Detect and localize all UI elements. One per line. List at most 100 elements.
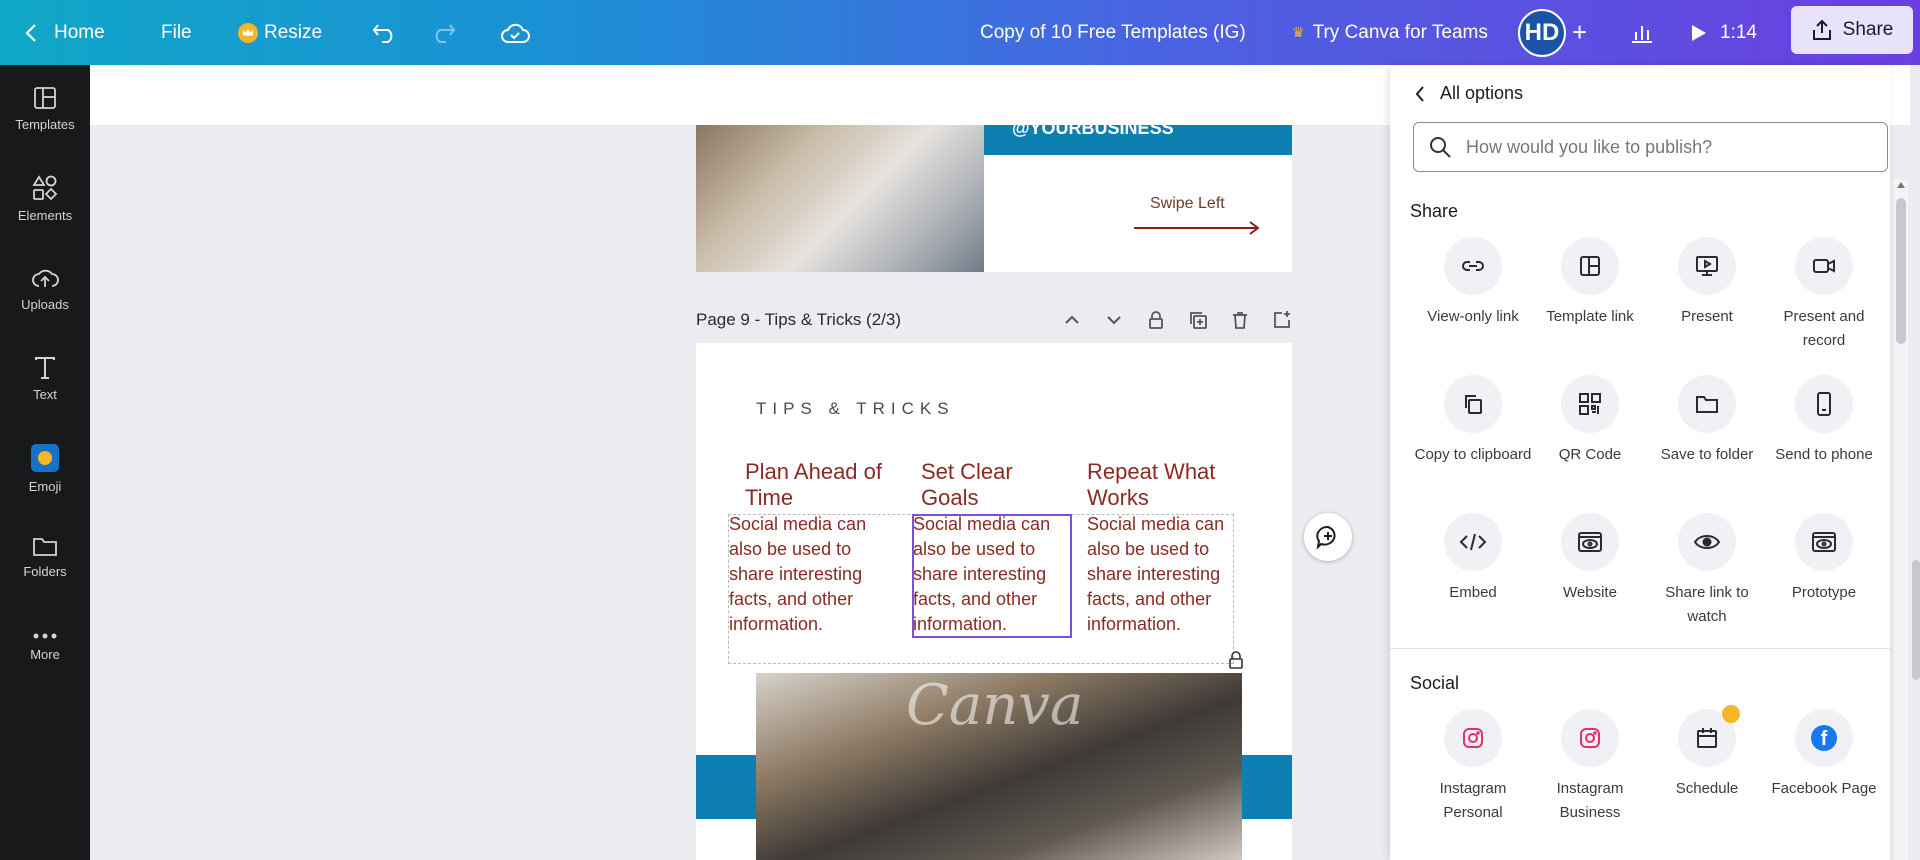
cloud-saved-button[interactable] [500, 0, 530, 65]
rail-item-more[interactable]: More [0, 607, 90, 687]
rail-item-text[interactable]: Text [0, 339, 90, 419]
more-icon [33, 633, 57, 639]
column-1-body[interactable]: Social media can also be used to share i… [729, 512, 899, 637]
option-facebook-page[interactable]: f Facebook Page [1765, 709, 1883, 801]
option-send-to-phone[interactable]: Send to phone [1765, 375, 1883, 467]
undo-button[interactable] [372, 0, 398, 65]
selection-outline [912, 514, 1072, 638]
lock-icon[interactable] [1228, 651, 1244, 669]
present-timer-button[interactable]: 1:14 [1690, 0, 1757, 65]
handle-text[interactable]: @YOURBUSINESS [1012, 125, 1174, 138]
panel-scrollbar[interactable] [1894, 180, 1908, 860]
chevron-left-icon [25, 23, 36, 42]
scroll-up-arrow-icon[interactable] [1897, 182, 1905, 188]
option-view-only-link[interactable]: View-only link [1414, 237, 1532, 329]
avatar[interactable]: HD [1518, 0, 1566, 65]
folder-icon [1678, 375, 1736, 433]
chevron-left-icon [1415, 85, 1424, 102]
arrow-right-icon[interactable] [1132, 221, 1262, 235]
rail-label: More [30, 647, 60, 662]
insights-button[interactable] [1630, 0, 1654, 65]
option-instagram-personal[interactable]: Instagram Personal [1414, 709, 1532, 825]
tips-heading[interactable]: TIPS & TRICKS [756, 399, 955, 419]
social-section-title: Social [1410, 673, 1460, 693]
person-photo[interactable]: Canva [756, 673, 1242, 860]
top-bar: Home File Resize Copy of 10 Free Templat… [0, 0, 1920, 65]
desk-photo[interactable] [696, 125, 984, 272]
back-label: All options [1440, 83, 1524, 103]
column-3-body[interactable]: Social media can also be used to share i… [1087, 512, 1239, 637]
rail-label: Templates [15, 117, 75, 132]
redo-button[interactable] [430, 0, 456, 65]
add-page-icon[interactable] [1272, 310, 1292, 330]
option-website[interactable]: Website [1531, 513, 1649, 605]
option-label: Prototype [1791, 584, 1857, 601]
share-upload-icon [1812, 19, 1831, 40]
page-8[interactable]: @YOURBUSINESS Swipe Left [696, 125, 1292, 272]
option-qr-code[interactable]: QR Code [1531, 375, 1649, 467]
option-label: Website [1563, 584, 1617, 601]
trash-icon[interactable] [1230, 310, 1250, 330]
embed-icon [1444, 513, 1502, 571]
rail-item-uploads[interactable]: Uploads [0, 249, 90, 329]
file-menu-button[interactable]: File [161, 0, 192, 65]
folder-icon [33, 538, 57, 556]
document-title[interactable]: Copy of 10 Free Templates (IG) [980, 0, 1246, 65]
rail-item-templates[interactable]: Templates [0, 69, 90, 149]
add-collaborator-button[interactable]: + [1572, 0, 1587, 65]
option-schedule[interactable]: Schedule [1648, 705, 1766, 801]
chevron-up-icon[interactable] [1062, 310, 1082, 330]
option-share-link-to-watch[interactable]: Share link to watch [1648, 513, 1766, 629]
option-label: View-only link [1427, 308, 1519, 325]
try-teams-button[interactable]: ♛ Try Canva for Teams [1292, 0, 1488, 65]
resize-button[interactable]: Resize [238, 0, 322, 65]
share-panel: All options Share View-only link Templat… [1390, 65, 1890, 860]
qr-code-icon [1561, 375, 1619, 433]
rail-label: Text [33, 387, 57, 402]
panel-scroll-thumb[interactable] [1896, 198, 1906, 344]
search-icon [1430, 137, 1451, 158]
option-instagram-business[interactable]: Instagram Business [1531, 709, 1649, 825]
rail-item-folders[interactable]: Folders [0, 517, 90, 597]
home-button[interactable]: Home [24, 0, 105, 65]
option-save-to-folder[interactable]: Save to folder [1648, 375, 1766, 467]
publish-search[interactable] [1413, 122, 1888, 172]
column-2-title[interactable]: Set Clear Goals [921, 459, 1031, 511]
option-template-link[interactable]: Template link [1531, 237, 1649, 329]
rail-item-elements[interactable]: Elements [0, 159, 90, 239]
option-label: Send to phone [1775, 446, 1873, 463]
instagram-icon [1444, 709, 1502, 767]
copy-icon [1444, 375, 1502, 433]
add-comment-button[interactable] [1304, 513, 1352, 561]
lock-icon[interactable] [1146, 310, 1166, 330]
canvas-scroll-thumb[interactable] [1912, 560, 1920, 680]
rail-label: Elements [17, 208, 73, 223]
file-label: File [161, 21, 192, 43]
column-1-title[interactable]: Plan Ahead of Time [745, 459, 895, 511]
share-button[interactable]: Share [1791, 6, 1913, 54]
templates-icon [34, 87, 56, 109]
undo-icon [372, 23, 393, 43]
option-present[interactable]: Present [1648, 237, 1766, 329]
option-embed[interactable]: Embed [1414, 513, 1532, 605]
present-icon [1678, 237, 1736, 295]
page-title[interactable]: Page 9 - Tips & Tricks (2/3) [696, 310, 901, 330]
duplicate-icon[interactable] [1188, 310, 1208, 330]
option-copy-to-clipboard[interactable]: Copy to clipboard [1414, 375, 1532, 467]
search-input[interactable] [1466, 136, 1866, 158]
timer-label: 1:14 [1720, 21, 1757, 43]
cloud-check-icon [501, 23, 530, 43]
swipe-left-text[interactable]: Swipe Left [1150, 195, 1225, 213]
share-section-title: Share [1410, 201, 1459, 221]
page-9-header: Page 9 - Tips & Tricks (2/3) [696, 305, 1292, 335]
rail-item-emoji[interactable]: Emoji [0, 429, 90, 509]
option-label: Copy to clipboard [1414, 446, 1532, 463]
back-to-all-options[interactable]: All options [1414, 83, 1523, 104]
chevron-down-icon[interactable] [1104, 310, 1124, 330]
avatar-initials: HD [1518, 8, 1566, 57]
option-present-and-record[interactable]: Present and record [1765, 237, 1883, 353]
play-icon [1692, 24, 1706, 41]
page-9[interactable]: TIPS & TRICKS Plan Ahead of Time Set Cle… [696, 343, 1292, 860]
column-3-title[interactable]: Repeat What Works [1087, 459, 1237, 511]
option-prototype[interactable]: Prototype [1765, 513, 1883, 605]
